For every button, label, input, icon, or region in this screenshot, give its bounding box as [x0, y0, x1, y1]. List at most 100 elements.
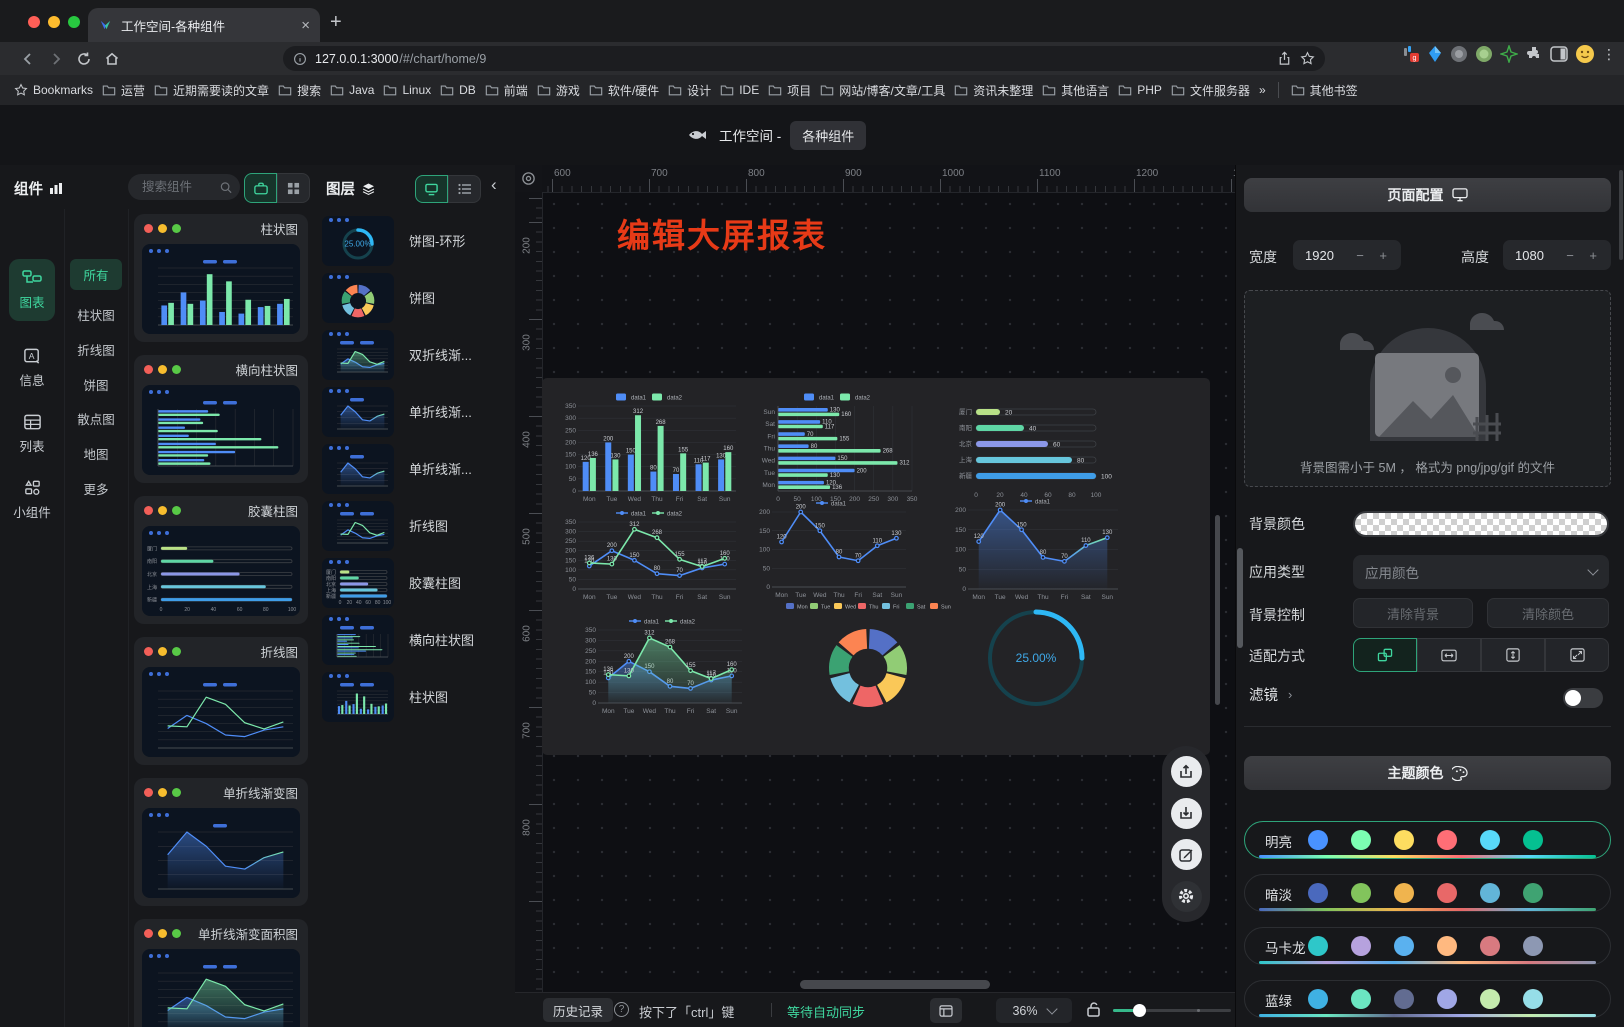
component-card[interactable]: 柱状图 [134, 214, 308, 342]
category-item-3[interactable]: 饼图 [64, 375, 128, 394]
theme-color-dot[interactable] [1437, 883, 1457, 903]
vertical-scrollbar[interactable] [1215, 515, 1220, 705]
bookmark-item[interactable]: Bookmarks [14, 83, 93, 97]
theme-color-dot[interactable] [1480, 989, 1500, 1009]
profile-avatar[interactable] [1575, 44, 1595, 64]
bookmark-item[interactable]: 资讯未整理 [954, 82, 1033, 99]
component-card[interactable]: 单折线渐变图 [134, 778, 308, 906]
theme-color-dot[interactable] [1394, 830, 1414, 850]
bg-color-swatch[interactable] [1353, 511, 1609, 537]
theme-color-dot[interactable] [1394, 883, 1414, 903]
layer-list-view-button[interactable] [448, 175, 481, 203]
theme-color-dot[interactable] [1308, 989, 1328, 1009]
search-input[interactable] [140, 179, 216, 195]
history-button[interactable]: 历史记录 [543, 998, 613, 1022]
kite-extension-icon[interactable] [1427, 45, 1443, 63]
bookmark-item[interactable]: » [1259, 83, 1266, 97]
theme-color-dot[interactable] [1351, 989, 1371, 1009]
export-button[interactable] [1171, 756, 1202, 787]
edit-button[interactable] [1171, 839, 1202, 870]
capsule-chart-widget[interactable]: 厦门20南阳40北京60上海80新疆100020406080100 [948, 396, 1122, 500]
category-item-5[interactable]: 地图 [64, 444, 128, 463]
theme-color-dot[interactable] [1394, 989, 1414, 1009]
width-stepper[interactable]: − + [1356, 248, 1393, 263]
theme-color-dot[interactable] [1351, 830, 1371, 850]
theme-color-dot[interactable] [1523, 830, 1543, 850]
layout-panel-button[interactable] [930, 998, 962, 1023]
share-icon[interactable] [1277, 51, 1292, 66]
workspace-name-pill[interactable]: 各种组件 [790, 121, 866, 150]
back-icon[interactable] [14, 51, 42, 67]
bookmark-item[interactable]: IDE [720, 83, 759, 97]
category-item-1[interactable]: 柱状图 [64, 305, 128, 324]
theme-color-dot[interactable] [1437, 830, 1457, 850]
help-icon[interactable]: ? [614, 1002, 629, 1017]
layer-item[interactable]: 25.00%饼图-环形 [322, 212, 508, 269]
zoom-slider[interactable] [1113, 1009, 1231, 1012]
layer-item[interactable]: 横向柱状图 [322, 611, 508, 668]
clear-color-button[interactable]: 清除颜色 [1487, 598, 1609, 628]
category-item-6[interactable]: 更多 [64, 479, 128, 498]
fit-full-button[interactable] [1545, 638, 1609, 672]
theme-color-dot[interactable] [1523, 936, 1543, 956]
single-line-chart-widget[interactable]: data1050100150200MonTueWedThuFriSatSun12… [750, 496, 914, 600]
gradient-line-chart-widget[interactable]: data1050100150200MonTueWedThuFriSatSun12… [946, 494, 1126, 602]
component-card[interactable]: 折线图 [134, 637, 308, 765]
expand-filter-icon[interactable]: › [1288, 687, 1292, 702]
category-item-2[interactable]: 折线图 [64, 340, 128, 359]
bookmark-item[interactable]: Linux [383, 83, 431, 97]
filter-toggle[interactable] [1563, 688, 1603, 708]
site-info-icon[interactable] [293, 52, 307, 66]
line-chart-widget[interactable]: data1data2050100150200250300350MonTueWed… [556, 506, 744, 602]
dual-gradient-line-chart-widget[interactable]: data1data2050100150200250300350MonTueWed… [576, 614, 750, 716]
ring-progress-widget[interactable]: 25.00% [980, 600, 1092, 712]
zoom-slider-knob[interactable] [1133, 1004, 1146, 1017]
zoom-select[interactable]: 36% [996, 998, 1072, 1023]
star-extension-icon[interactable] [1500, 45, 1518, 63]
sidebar-toggle-icon[interactable] [1550, 46, 1568, 62]
width-input[interactable]: 1920− + [1293, 240, 1401, 270]
theme-row-蓝绿[interactable]: 蓝绿 [1244, 980, 1611, 1018]
bookmark-item[interactable]: 设计 [668, 82, 711, 99]
page-config-header[interactable]: 页面配置 [1244, 178, 1611, 212]
theme-row-明亮[interactable]: 明亮 [1244, 821, 1611, 859]
bookmark-item[interactable]: 文件服务器 [1171, 82, 1250, 99]
background-upload-dropzone[interactable]: 背景图需小于 5M ， 格式为 png/jpg/gif 的文件 [1244, 290, 1611, 487]
bar-chart-widget[interactable]: data1data2050100150200250300350MonTueWed… [556, 390, 744, 504]
extension-icon[interactable]: g [1402, 45, 1420, 63]
theme-color-dot[interactable] [1523, 989, 1543, 1009]
theme-color-dot[interactable] [1523, 883, 1543, 903]
puzzle-extensions-icon[interactable] [1525, 45, 1543, 63]
layer-item[interactable]: 双折线渐... [322, 326, 508, 383]
theme-row-暗淡[interactable]: 暗淡 [1244, 874, 1611, 912]
component-card[interactable]: 单折线渐变面积图 [134, 919, 308, 1027]
theme-color-dot[interactable] [1394, 936, 1414, 956]
unlock-icon[interactable] [1086, 1001, 1101, 1017]
nav-item-charts[interactable]: 图表 [9, 259, 55, 321]
bookmark-item[interactable]: Java [330, 83, 374, 97]
bookmark-item[interactable]: 软件/硬件 [589, 82, 659, 99]
nav-item-list[interactable]: 列表 [9, 403, 55, 465]
collapse-panel-icon[interactable]: ‹ [491, 175, 497, 195]
reload-icon[interactable] [70, 51, 98, 67]
ruler-corner[interactable] [515, 165, 543, 193]
theme-color-dot[interactable] [1437, 936, 1457, 956]
fit-width-button[interactable] [1417, 638, 1481, 672]
app-type-select[interactable]: 应用颜色 [1353, 555, 1609, 589]
bookmark-item[interactable]: 其他书签 [1291, 82, 1358, 99]
bookmark-star-icon[interactable] [1300, 51, 1315, 66]
clear-background-button[interactable]: 清除背景 [1353, 598, 1473, 628]
bookmark-item[interactable]: 项目 [768, 82, 811, 99]
filter-section[interactable]: 滤镜 › [1249, 684, 1292, 705]
bookmark-item[interactable]: 游戏 [537, 82, 580, 99]
fit-scale-button[interactable] [1353, 638, 1417, 672]
component-search[interactable] [128, 174, 240, 200]
green-extension-icon[interactable] [1475, 45, 1493, 63]
theme-color-dot[interactable] [1480, 936, 1500, 956]
bookmark-item[interactable]: 网站/博客/文章/工具 [820, 82, 945, 99]
horizontal-scrollbar[interactable] [800, 980, 990, 989]
bookmark-item[interactable]: DB [440, 83, 476, 97]
bookmark-item[interactable]: 近期需要读的文章 [154, 82, 269, 99]
maximize-window-button[interactable] [68, 16, 80, 28]
browser-menu-icon[interactable]: ⋮ [1602, 46, 1616, 63]
